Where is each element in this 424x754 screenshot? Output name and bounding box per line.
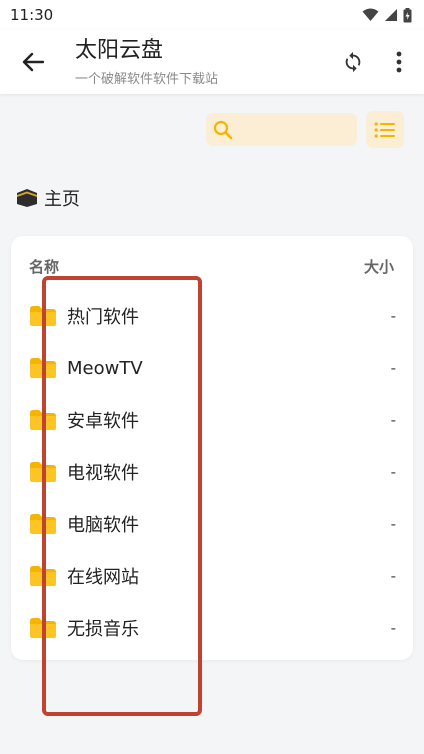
file-size: - xyxy=(390,567,396,585)
file-size: - xyxy=(390,307,396,325)
column-header-name[interactable]: 名称 xyxy=(29,256,59,277)
signal-icon xyxy=(385,9,397,21)
highlight-annotation-frame xyxy=(42,276,202,716)
file-size: - xyxy=(390,411,396,429)
file-size: - xyxy=(390,619,396,637)
refresh-button[interactable] xyxy=(332,41,374,83)
list-view-button[interactable] xyxy=(366,111,404,148)
file-list-header: 名称 大小 xyxy=(11,254,413,278)
breadcrumb[interactable]: 主页 xyxy=(16,185,80,211)
search-input[interactable] xyxy=(237,121,347,138)
page-title: 太阳云盘 xyxy=(75,37,164,63)
refresh-icon xyxy=(345,51,361,73)
file-size: - xyxy=(390,359,396,377)
file-size: - xyxy=(390,515,396,533)
column-header-size[interactable]: 大小 xyxy=(364,256,394,277)
more-vert-icon xyxy=(396,51,402,73)
search-icon xyxy=(213,120,233,139)
kaaba-emoji-icon xyxy=(17,189,37,207)
back-arrow-icon xyxy=(22,52,44,72)
battery-icon xyxy=(403,7,412,22)
breadcrumb-home[interactable]: 主页 xyxy=(44,185,80,211)
more-options-button[interactable] xyxy=(378,41,420,83)
search-box[interactable] xyxy=(206,113,357,146)
back-button[interactable] xyxy=(8,37,58,87)
title-block: 太阳云盘 一个破解软件软件下载站 xyxy=(75,38,332,87)
status-bar: 11:30 xyxy=(0,0,424,30)
list-icon xyxy=(374,121,395,138)
wifi-icon xyxy=(362,8,379,21)
file-size: - xyxy=(390,463,396,481)
status-icons xyxy=(362,7,412,23)
app-bar: 太阳云盘 一个破解软件软件下载站 xyxy=(0,30,424,94)
status-time: 11:30 xyxy=(10,6,54,24)
page-subtitle: 一个破解软件软件下载站 xyxy=(75,71,219,87)
